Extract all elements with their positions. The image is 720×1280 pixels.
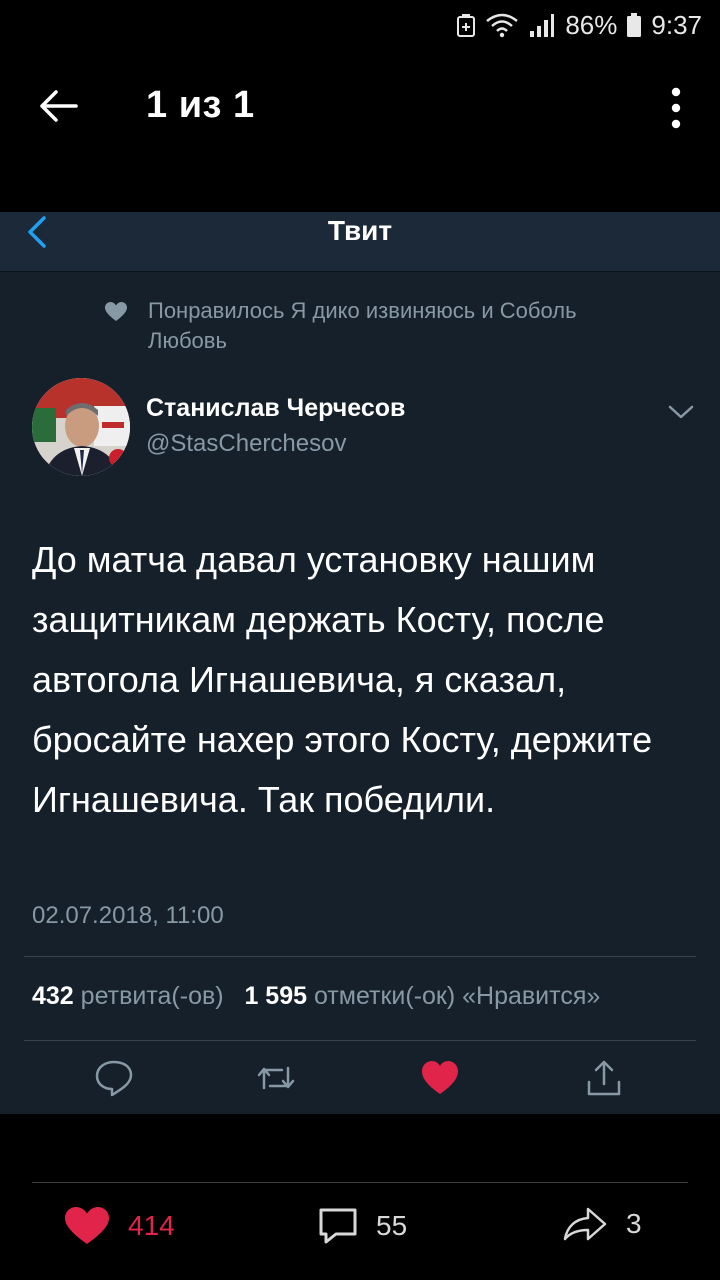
- divider: [24, 956, 696, 957]
- avatar: [32, 378, 130, 476]
- like-label: отметки(-ок) «Нравится»: [313, 982, 601, 1010]
- retweet-label: ретвита(-ов): [80, 982, 224, 1010]
- retweet-icon: [257, 1066, 295, 1090]
- author-row: Станислав Черчесов @StasCherchesov: [32, 378, 702, 482]
- comment-button[interactable]: 55: [318, 1206, 407, 1246]
- chevron-down-icon: [668, 405, 694, 419]
- author-name: Станислав Черчесов: [146, 394, 406, 422]
- share-button[interactable]: 3: [562, 1206, 642, 1242]
- like-count: 414: [128, 1210, 175, 1241]
- share-icon: [587, 1060, 621, 1096]
- divider: [24, 1040, 696, 1041]
- retweet-count: 432: [32, 982, 74, 1010]
- share-count: 3: [626, 1208, 642, 1239]
- comment-icon: [319, 1208, 357, 1244]
- liked-heart-icon: [422, 1061, 458, 1094]
- viewer-toolbar: 1 из 1: [0, 62, 720, 152]
- like-count: 1 595: [244, 982, 307, 1010]
- tweet-screenshot[interactable]: Твит Понравилось Я дико извиняюсь и Собо…: [0, 212, 720, 1114]
- heart-icon: [65, 1207, 109, 1244]
- page-counter: 1 из 1: [146, 84, 255, 126]
- heart-icon: [105, 302, 127, 321]
- tweet-header-title: Твит: [327, 215, 393, 246]
- wifi-icon: [485, 12, 519, 38]
- like-button[interactable]: 414: [64, 1206, 175, 1246]
- tweet-actions: [0, 1058, 720, 1108]
- battery-saver-icon: [457, 13, 476, 37]
- reply-icon: [95, 1060, 133, 1097]
- tweet-header: Твит: [0, 212, 720, 272]
- tweet-timestamp: 02.07.2018, 11:00: [32, 902, 224, 929]
- status-bar: 86% 9:37: [0, 0, 720, 50]
- author-handle: @StasCherchesov: [146, 430, 347, 457]
- tweet-text: До матча давал установку нашим защитника…: [32, 539, 653, 820]
- divider: [32, 1182, 688, 1183]
- share-arrow-icon: [563, 1207, 607, 1241]
- signal-icon: [529, 13, 555, 37]
- battery-icon: [627, 13, 642, 37]
- tweet-stats: 432 ретвита(-ов) 1 595 отметки(-ок) «Нра…: [32, 982, 720, 1011]
- back-arrow-icon[interactable]: [36, 84, 80, 128]
- battery-percent: 86%: [565, 9, 618, 40]
- comment-count: 55: [376, 1210, 408, 1241]
- clock: 9:37: [651, 9, 702, 40]
- screen: 86% 9:37 1 из 1 Твит Понравилось Я дико …: [0, 0, 720, 1280]
- liked-by-row: Понравилось Я дико извиняюсь и Соболь Лю…: [104, 296, 624, 356]
- more-options-icon[interactable]: [664, 86, 688, 130]
- liked-by-text: Понравилось Я дико извиняюсь и Соболь Лю…: [148, 298, 577, 353]
